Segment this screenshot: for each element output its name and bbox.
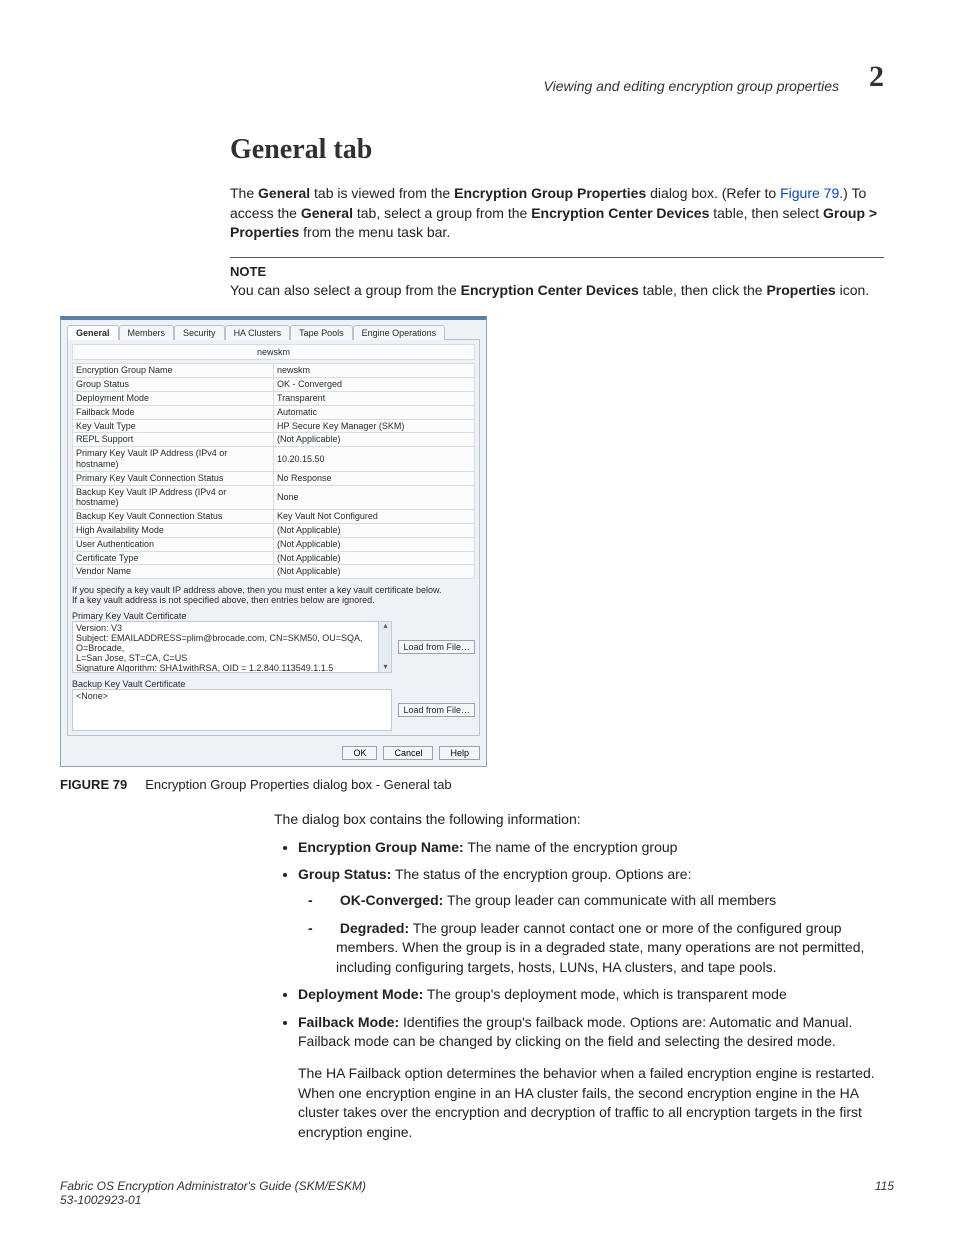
property-label: High Availability Mode bbox=[73, 523, 274, 537]
scroll-up-icon[interactable]: ▴ bbox=[383, 622, 387, 631]
property-value[interactable]: Automatic bbox=[274, 405, 475, 419]
cert-line: Signature Algorithm: SHA1withRSA, OID = … bbox=[76, 664, 388, 673]
table-row: Failback ModeAutomatic bbox=[73, 405, 475, 419]
table-row: Backup Key Vault IP Address (IPv4 or hos… bbox=[73, 485, 475, 510]
table-row: Vendor Name(Not Applicable) bbox=[73, 565, 475, 579]
primary-cert-textarea[interactable]: Version: V3Subject: EMAILADDRESS=plim@br… bbox=[72, 621, 392, 673]
property-value[interactable]: HP Secure Key Manager (SKM) bbox=[274, 419, 475, 433]
property-value[interactable]: 10.20.15.50 bbox=[274, 447, 475, 472]
tab-ha-clusters[interactable]: HA Clusters bbox=[225, 325, 291, 340]
property-value[interactable]: (Not Applicable) bbox=[274, 537, 475, 551]
property-value[interactable]: (Not Applicable) bbox=[274, 551, 475, 565]
property-label: Encryption Group Name bbox=[73, 364, 274, 378]
property-value[interactable]: (Not Applicable) bbox=[274, 433, 475, 447]
tab-security[interactable]: Security bbox=[174, 325, 225, 340]
list-item: Encryption Group Name: The name of the e… bbox=[298, 838, 884, 858]
dialog-box: GeneralMembersSecurityHA ClustersTape Po… bbox=[60, 316, 487, 767]
note-text: You can also select a group from the Enc… bbox=[230, 281, 884, 301]
cancel-button[interactable]: Cancel bbox=[383, 746, 433, 760]
help-button[interactable]: Help bbox=[439, 746, 480, 760]
cert-instruction: If a key vault address is not specified … bbox=[72, 595, 475, 605]
backup-cert-textarea[interactable]: <None> bbox=[72, 689, 392, 731]
table-row: REPL Support(Not Applicable) bbox=[73, 433, 475, 447]
property-label: Key Vault Type bbox=[73, 419, 274, 433]
running-head: Viewing and editing encryption group pro… bbox=[544, 78, 840, 94]
property-value[interactable]: Key Vault Not Configured bbox=[274, 510, 475, 524]
failback-paragraph: The HA Failback option determines the be… bbox=[298, 1064, 884, 1142]
property-value[interactable]: None bbox=[274, 485, 475, 510]
cert-instruction: If you specify a key vault IP address ab… bbox=[72, 585, 475, 595]
table-row: High Availability Mode(Not Applicable) bbox=[73, 523, 475, 537]
table-row: Primary Key Vault Connection StatusNo Re… bbox=[73, 471, 475, 485]
note-head: NOTE bbox=[230, 264, 884, 279]
tab-tape-pools[interactable]: Tape Pools bbox=[290, 325, 353, 340]
primary-cert-label: Primary Key Vault Certificate bbox=[72, 611, 475, 621]
property-value[interactable]: (Not Applicable) bbox=[274, 565, 475, 579]
property-label: Certificate Type bbox=[73, 551, 274, 565]
property-value[interactable]: OK - Converged bbox=[274, 378, 475, 392]
ok-button[interactable]: OK bbox=[342, 746, 377, 760]
list-item: Failback Mode: Identifies the group's fa… bbox=[298, 1013, 884, 1143]
property-label: Deployment Mode bbox=[73, 391, 274, 405]
properties-table: Encryption Group NamenewskmGroup StatusO… bbox=[72, 363, 475, 579]
page-number: 115 bbox=[875, 1179, 894, 1207]
backup-cert-label: Backup Key Vault Certificate bbox=[72, 679, 475, 689]
property-label: Backup Key Vault Connection Status bbox=[73, 510, 274, 524]
table-row: Backup Key Vault Connection StatusKey Va… bbox=[73, 510, 475, 524]
list-item: OK-Converged: The group leader can commu… bbox=[322, 891, 884, 911]
property-label: Vendor Name bbox=[73, 565, 274, 579]
property-value[interactable]: No Response bbox=[274, 471, 475, 485]
table-row: Primary Key Vault IP Address (IPv4 or ho… bbox=[73, 447, 475, 472]
list-item: Deployment Mode: The group's deployment … bbox=[298, 985, 884, 1005]
figure-caption: FIGURE 79Encryption Group Properties dia… bbox=[60, 777, 894, 792]
intro-paragraph: The General tab is viewed from the Encry… bbox=[230, 184, 884, 243]
load-from-file-button[interactable]: Load from File… bbox=[398, 640, 475, 654]
cert-line: Subject: EMAILADDRESS=plim@brocade.com, … bbox=[76, 634, 388, 654]
table-row: Deployment ModeTransparent bbox=[73, 391, 475, 405]
divider bbox=[230, 257, 884, 258]
dialog-lead: The dialog box contains the following in… bbox=[274, 810, 884, 830]
load-from-file-button[interactable]: Load from File… bbox=[398, 703, 475, 717]
table-row: Certificate Type(Not Applicable) bbox=[73, 551, 475, 565]
list-item: Degraded: The group leader cannot contac… bbox=[322, 919, 884, 978]
property-label: Backup Key Vault IP Address (IPv4 or hos… bbox=[73, 485, 274, 510]
list-item: Group Status: The status of the encrypti… bbox=[298, 865, 884, 977]
property-value[interactable]: newskm bbox=[274, 364, 475, 378]
property-label: Primary Key Vault IP Address (IPv4 or ho… bbox=[73, 447, 274, 472]
property-label: Group Status bbox=[73, 378, 274, 392]
footer-left: Fabric OS Encryption Administrator's Gui… bbox=[60, 1179, 366, 1207]
section-title: General tab bbox=[230, 134, 884, 166]
figure-link[interactable]: Figure 79 bbox=[780, 185, 839, 201]
property-label: Primary Key Vault Connection Status bbox=[73, 471, 274, 485]
tab-members[interactable]: Members bbox=[119, 325, 175, 340]
table-row: Key Vault TypeHP Secure Key Manager (SKM… bbox=[73, 419, 475, 433]
tab-engine-operations[interactable]: Engine Operations bbox=[353, 325, 446, 340]
property-value[interactable]: (Not Applicable) bbox=[274, 523, 475, 537]
scrollbar[interactable]: ▴ ▾ bbox=[378, 622, 391, 672]
table-row: Group StatusOK - Converged bbox=[73, 378, 475, 392]
dialog-title: newskm bbox=[72, 344, 475, 360]
property-label: User Authentication bbox=[73, 537, 274, 551]
property-value[interactable]: Transparent bbox=[274, 391, 475, 405]
table-row: User Authentication(Not Applicable) bbox=[73, 537, 475, 551]
table-row: Encryption Group Namenewskm bbox=[73, 364, 475, 378]
property-label: Failback Mode bbox=[73, 405, 274, 419]
tab-general[interactable]: General bbox=[67, 325, 119, 340]
chapter-number: 2 bbox=[869, 60, 884, 94]
scroll-down-icon[interactable]: ▾ bbox=[383, 663, 387, 672]
property-label: REPL Support bbox=[73, 433, 274, 447]
